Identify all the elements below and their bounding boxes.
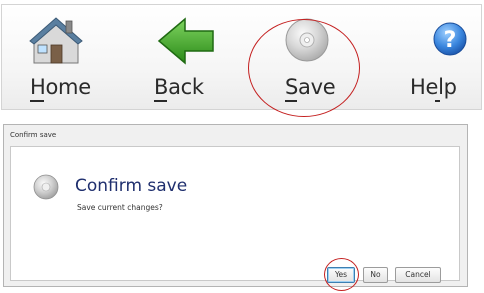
toolbar: Home Back Save ? Help — [1, 4, 482, 110]
help-label: Help — [410, 75, 457, 99]
save-button[interactable]: Save — [252, 5, 356, 109]
house-icon — [29, 17, 83, 64]
save-label: Save — [285, 75, 336, 99]
confirm-save-dialog: Confirm save Confirm save Save current c… — [3, 124, 468, 291]
no-button[interactable]: No — [363, 267, 388, 283]
mnemonic-underline — [435, 100, 440, 102]
yes-button[interactable]: Yes — [327, 267, 355, 283]
help-button[interactable]: ? Help — [397, 5, 477, 109]
home-button[interactable]: Home — [8, 5, 112, 109]
home-label: Home — [30, 75, 91, 99]
dialog-window-title: Confirm save — [10, 131, 57, 139]
mnemonic-underline — [30, 100, 44, 102]
dialog-message: Save current changes? — [77, 203, 163, 212]
svg-text:?: ? — [444, 28, 457, 53]
question-mark-icon: ? — [433, 22, 467, 56]
green-back-arrow-icon — [157, 17, 214, 65]
dialog-body: Confirm save Save current changes? Yes N… — [10, 146, 460, 291]
dialog-heading: Confirm save — [75, 176, 188, 196]
disc-icon — [33, 174, 59, 200]
back-button[interactable]: Back — [137, 5, 237, 109]
disc-icon — [285, 18, 329, 62]
cancel-button[interactable]: Cancel — [395, 267, 441, 283]
back-label: Back — [154, 75, 204, 99]
mnemonic-underline — [285, 100, 297, 102]
mnemonic-underline — [154, 100, 167, 102]
